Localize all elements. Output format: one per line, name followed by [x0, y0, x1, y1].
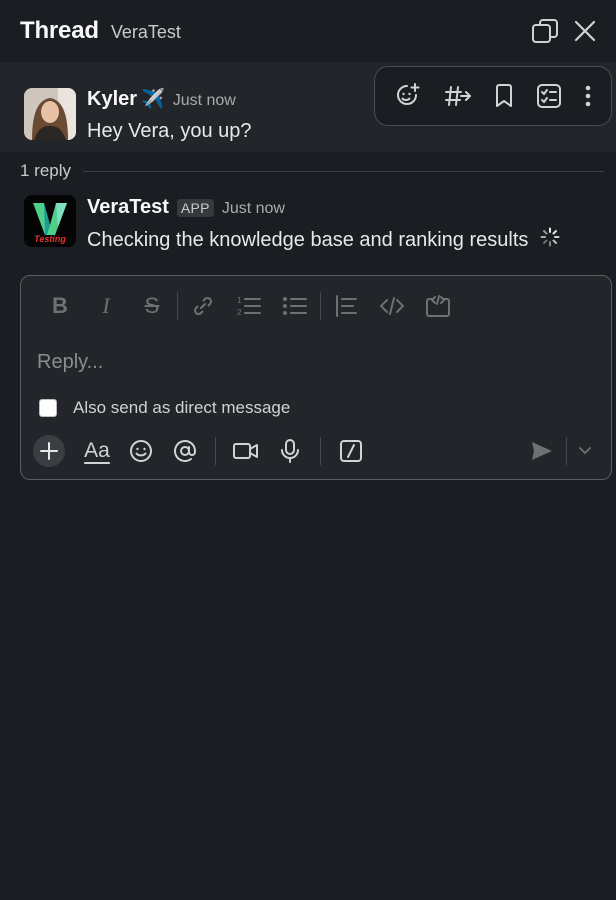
bot-avatar[interactable]: Testing — [24, 195, 76, 247]
bot-avatar-text: Testing — [34, 234, 66, 244]
avatar[interactable] — [24, 88, 76, 140]
toolbar-divider — [566, 437, 567, 465]
more-actions-icon[interactable] — [585, 85, 591, 107]
emoji-icon[interactable] — [119, 433, 163, 469]
message-timestamp[interactable]: Just now — [173, 92, 236, 110]
add-to-list-icon[interactable] — [537, 84, 561, 108]
open-in-new-window-icon[interactable] — [532, 19, 558, 43]
message-text: Checking the knowledge base and ranking … — [87, 228, 529, 251]
message-header: VeraTest APP Just now — [87, 196, 285, 219]
toolbar-divider — [320, 437, 321, 465]
message-header: Kyler ✈️ Just now — [87, 87, 236, 111]
microphone-icon[interactable] — [268, 433, 312, 469]
message-timestamp[interactable]: Just now — [222, 200, 285, 218]
thread-header: Thread VeraTest — [0, 0, 616, 62]
header-actions — [532, 19, 596, 43]
reply-count: 1 reply — [20, 161, 72, 180]
slash-command-icon[interactable] — [329, 433, 373, 469]
plus-icon[interactable] — [33, 435, 65, 467]
blockquote-icon[interactable] — [323, 288, 369, 324]
also-send-checkbox[interactable] — [39, 399, 57, 417]
author-status-emoji: ✈️ — [141, 89, 165, 110]
add-reaction-icon[interactable] — [395, 83, 421, 109]
message-text: Hey Vera, you up? — [87, 120, 252, 142]
bookmark-icon[interactable] — [495, 84, 513, 108]
toolbar-divider — [215, 437, 216, 465]
thread-title: Thread — [20, 17, 99, 44]
reply-input[interactable] — [37, 342, 597, 382]
chevron-down-icon[interactable] — [569, 433, 601, 469]
author-name[interactable]: VeraTest — [87, 196, 169, 219]
italic-icon[interactable]: I — [83, 288, 129, 324]
code-block-icon[interactable] — [415, 288, 461, 324]
text-format-label: Aa — [84, 439, 110, 462]
composer-actions: Aa — [33, 432, 601, 470]
text-format-icon[interactable]: Aa — [75, 433, 119, 469]
loading-spinner-icon — [540, 227, 560, 253]
forward-to-channel-icon[interactable] — [445, 85, 471, 107]
send-icon[interactable] — [520, 433, 564, 469]
close-icon[interactable] — [574, 20, 596, 42]
toolbar-divider — [320, 292, 321, 320]
svg-text:2: 2 — [237, 308, 242, 317]
author-name[interactable]: Kyler — [87, 88, 137, 111]
bold-icon[interactable]: B — [37, 288, 83, 324]
message-body: Checking the knowledge base and ranking … — [87, 227, 560, 253]
thread-channel-name[interactable]: VeraTest — [111, 22, 181, 43]
send-group — [520, 433, 601, 469]
app-badge: APP — [176, 199, 214, 217]
strikethrough-icon[interactable]: S — [129, 288, 175, 324]
mention-icon[interactable] — [163, 433, 207, 469]
code-icon[interactable] — [369, 288, 415, 324]
reply-composer: B I S 1 2 Reply... Also send as direct m… — [20, 275, 612, 480]
bulleted-list-icon[interactable] — [272, 288, 318, 324]
also-send-label[interactable]: Also send as direct message — [73, 398, 290, 418]
link-icon[interactable] — [180, 288, 226, 324]
replies-divider: 1 reply — [20, 160, 604, 182]
svg-text:1: 1 — [237, 296, 242, 305]
divider-line — [83, 170, 604, 172]
video-icon[interactable] — [224, 433, 268, 469]
also-send-row[interactable]: Also send as direct message — [39, 398, 290, 418]
ordered-list-icon[interactable]: 1 2 — [226, 288, 272, 324]
toolbar-divider — [177, 292, 178, 320]
formatting-toolbar: B I S 1 2 — [21, 288, 611, 324]
message-actions-toolbar — [374, 66, 612, 126]
